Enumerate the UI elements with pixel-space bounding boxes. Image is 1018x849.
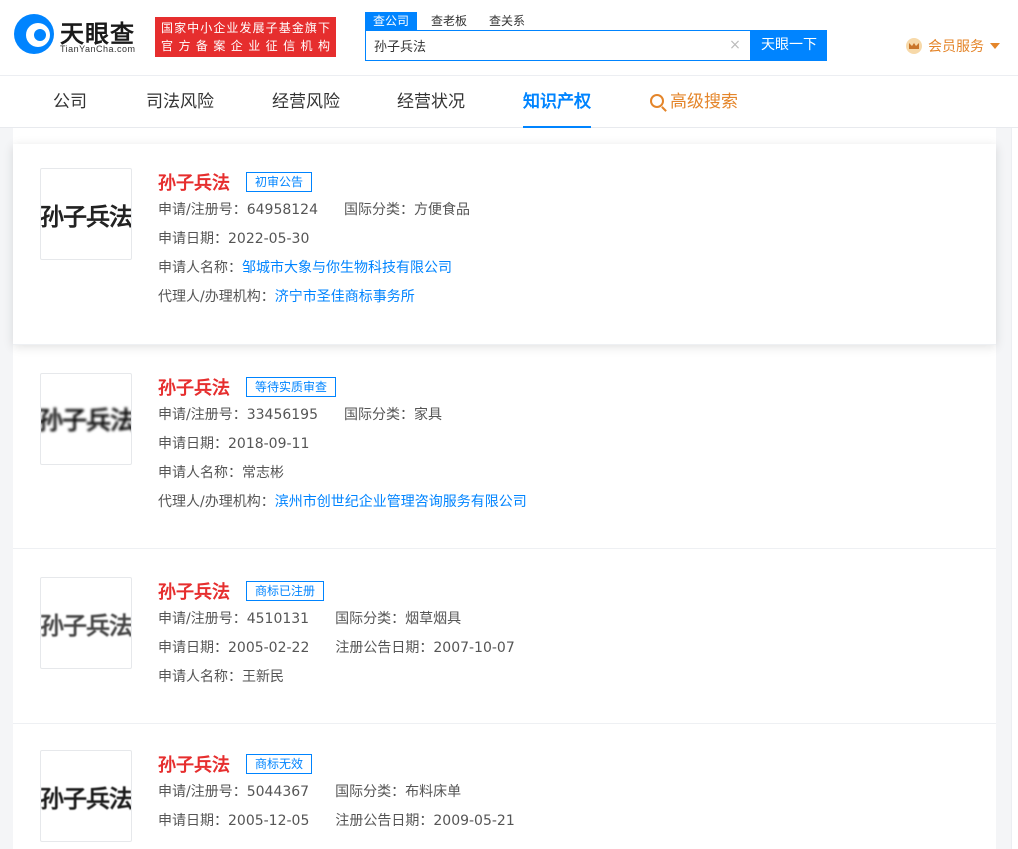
official-slogan-banner: 国家中小企业发展子基金旗下 官方备案企业征信机构 xyxy=(155,17,336,57)
reg-no-value: 33456195 xyxy=(246,407,318,423)
apply-date-value: 2005-12-05 xyxy=(228,813,310,829)
trademark-image[interactable]: 孙子兵法 xyxy=(40,168,132,260)
trademark-card[interactable]: 孙子兵法 孙子兵法 等待实质审查 申请/注册号：33456195 国际分类：家具 … xyxy=(13,345,996,549)
reg-no-label: 申请/注册号： xyxy=(158,611,247,627)
right-side-panel-edge xyxy=(1011,128,1018,849)
trademark-card[interactable]: 孙子兵法 孙子兵法 初审公告 申请/注册号：64958124 国际分类：方便食品 … xyxy=(13,144,996,345)
search-input[interactable] xyxy=(374,31,724,60)
tianyancha-logo[interactable]: 天眼查 TianYanCha.com xyxy=(14,14,146,58)
trademark-image[interactable]: 孙子兵法 xyxy=(40,750,132,842)
nav-advanced-search[interactable]: 高级搜索 xyxy=(650,76,738,128)
logo-subtitle: TianYanCha.com xyxy=(60,44,136,54)
trademark-info: 孙子兵法 初审公告 申请/注册号：64958124 国际分类：方便食品 申请日期：… xyxy=(158,170,470,312)
caret-down-icon xyxy=(990,43,1000,49)
advanced-search-label: 高级搜索 xyxy=(670,92,738,112)
applicant-label: 申请人名称： xyxy=(158,465,242,481)
trademark-info: 孙子兵法 商标无效 申请/注册号：5044367 国际分类：布料床单 申请日期：2… xyxy=(158,752,515,836)
status-badge: 商标已注册 xyxy=(246,581,325,601)
agent-link[interactable]: 滨州市创世纪企业管理咨询服务有限公司 xyxy=(275,494,527,510)
clear-search-icon[interactable]: × xyxy=(728,38,742,52)
reg-notice-date-label: 注册公告日期： xyxy=(335,640,434,656)
nav-company[interactable]: 公司 xyxy=(53,76,87,128)
apply-date-label: 申请日期： xyxy=(158,813,228,829)
intl-class-label: 国际分类： xyxy=(335,784,406,800)
applicant-link[interactable]: 邹城市大象与你生物科技有限公司 xyxy=(242,260,452,276)
trademark-image[interactable]: 孙子兵法 xyxy=(40,373,132,465)
intl-class-value: 布料床单 xyxy=(405,784,462,800)
trademark-image-text: 孙子兵法 xyxy=(40,201,132,231)
search-tab-company[interactable]: 查公司 xyxy=(365,12,418,30)
apply-date-label: 申请日期： xyxy=(158,231,228,247)
trademark-image-text: 孙子兵法 xyxy=(40,783,132,813)
intl-class-label: 国际分类： xyxy=(343,407,414,423)
intl-class-value: 家具 xyxy=(413,407,442,423)
reg-no-value: 5044367 xyxy=(246,784,310,800)
intl-class-value: 烟草烟具 xyxy=(405,611,462,627)
trademark-name[interactable]: 孙子兵法 xyxy=(158,374,230,400)
trademark-name[interactable]: 孙子兵法 xyxy=(158,578,230,604)
trademark-info: 孙子兵法 等待实质审查 申请/注册号：33456195 国际分类：家具 申请日期：… xyxy=(158,375,527,517)
apply-date-label: 申请日期： xyxy=(158,436,228,452)
status-badge: 初审公告 xyxy=(246,172,313,192)
reg-notice-date-value: 2009-05-21 xyxy=(433,813,515,829)
trademark-card[interactable]: 孙子兵法 孙子兵法 商标已注册 申请/注册号：4510131 国际分类：烟草烟具 … xyxy=(13,549,996,724)
eye-logo-icon xyxy=(14,14,54,54)
intl-class-label: 国际分类： xyxy=(343,202,414,218)
trademark-image-text: 孙子兵法 xyxy=(40,406,132,435)
search-tab-boss[interactable]: 查老板 xyxy=(423,12,475,30)
nav-operation-risk[interactable]: 经营风险 xyxy=(272,76,340,128)
search-icon xyxy=(650,94,664,108)
slogan-line-1: 国家中小企业发展子基金旗下 xyxy=(161,21,330,35)
search-tab-relation[interactable]: 查关系 xyxy=(481,12,533,30)
agent-label: 代理人/办理机构： xyxy=(158,494,275,510)
reg-no-label: 申请/注册号： xyxy=(158,407,247,423)
trademark-result-list: 孙子兵法 孙子兵法 初审公告 申请/注册号：64958124 国际分类：方便食品 … xyxy=(13,128,996,849)
applicant-label: 申请人名称： xyxy=(158,260,242,276)
top-header: 天眼查 TianYanCha.com 国家中小企业发展子基金旗下 官方备案企业征… xyxy=(0,0,1018,76)
trademark-info: 孙子兵法 商标已注册 申请/注册号：4510131 国际分类：烟草烟具 申请日期：… xyxy=(158,579,515,692)
apply-date-value: 2018-09-11 xyxy=(228,436,310,452)
applicant-value: 王新民 xyxy=(242,669,284,685)
search-box: × xyxy=(365,30,751,61)
vip-service-label: 会员服务 xyxy=(928,39,984,55)
nav-operation-status[interactable]: 经营状况 xyxy=(397,76,465,128)
trademark-name[interactable]: 孙子兵法 xyxy=(158,751,230,777)
reg-notice-date-value: 2007-10-07 xyxy=(433,640,515,656)
applicant-value: 常志彬 xyxy=(242,465,284,481)
vip-service-menu[interactable]: 会员服务 xyxy=(906,36,1000,56)
trademark-name[interactable]: 孙子兵法 xyxy=(158,169,230,195)
main-nav: 公司 司法风险 经营风险 经营状况 知识产权 高级搜索 xyxy=(0,76,1018,128)
reg-no-label: 申请/注册号： xyxy=(158,202,247,218)
reg-no-label: 申请/注册号： xyxy=(158,784,247,800)
intl-class-label: 国际分类： xyxy=(335,611,406,627)
trademark-image-text: 孙子兵法 xyxy=(40,610,132,640)
trademark-image[interactable]: 孙子兵法 xyxy=(40,577,132,669)
search-button[interactable]: 天眼一下 xyxy=(751,30,827,61)
reg-no-value: 4510131 xyxy=(246,611,310,627)
search-type-tabs: 查公司 查老板 查关系 xyxy=(365,12,539,30)
nav-intellectual-property[interactable]: 知识产权 xyxy=(523,76,591,128)
trademark-card[interactable]: 孙子兵法 孙子兵法 商标无效 申请/注册号：5044367 国际分类：布料床单 申… xyxy=(13,724,996,849)
applicant-label: 申请人名称： xyxy=(158,669,242,685)
reg-notice-date-label: 注册公告日期： xyxy=(335,813,434,829)
agent-label: 代理人/办理机构： xyxy=(158,289,275,305)
apply-date-value: 2005-02-22 xyxy=(228,640,310,656)
status-badge: 商标无效 xyxy=(246,754,313,774)
nav-judicial-risk[interactable]: 司法风险 xyxy=(146,76,214,128)
reg-no-value: 64958124 xyxy=(246,202,318,218)
agent-link[interactable]: 济宁市圣佳商标事务所 xyxy=(275,289,415,305)
slogan-line-2: 官方备案企业征信机构 xyxy=(161,39,330,53)
intl-class-value: 方便食品 xyxy=(413,202,470,218)
apply-date-label: 申请日期： xyxy=(158,640,228,656)
status-badge: 等待实质审查 xyxy=(246,377,337,397)
apply-date-value: 2022-05-30 xyxy=(228,231,310,247)
crown-icon xyxy=(906,38,922,54)
